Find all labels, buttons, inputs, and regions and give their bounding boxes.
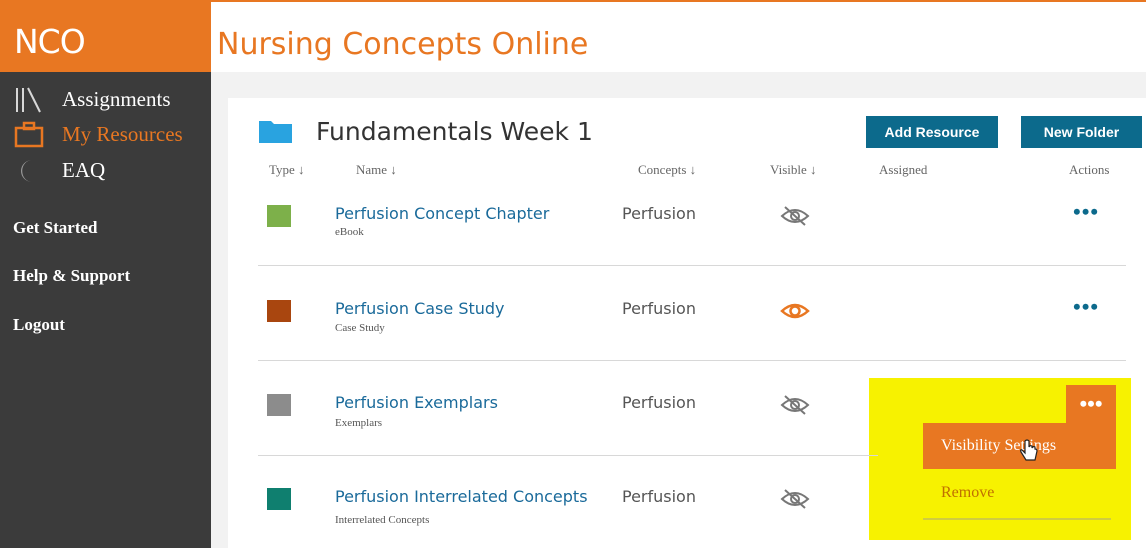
resource-type-label: Exemplars	[335, 417, 383, 429]
column-header-visible[interactable]: Visible ↓	[770, 162, 817, 178]
resource-type-label: eBook	[335, 226, 364, 238]
resource-concept: Perfusion	[622, 299, 696, 318]
resource-name-link[interactable]: Perfusion Case Study	[335, 299, 505, 318]
column-header-actions: Actions	[1069, 162, 1110, 177]
menu-item-remove[interactable]: Remove	[923, 470, 1116, 516]
header: Nursing Concepts Online	[211, 0, 1146, 72]
row-divider	[258, 455, 878, 456]
resource-name-link[interactable]: Perfusion Concept Chapter	[335, 204, 549, 223]
folder-title: Fundamentals Week 1	[316, 117, 593, 146]
hand-cursor-icon	[1019, 439, 1039, 468]
column-header-concepts[interactable]: Concepts ↓	[638, 162, 696, 178]
resource-type-swatch	[267, 394, 291, 416]
resource-type-label: Interrelated Concepts	[335, 514, 430, 526]
sidebar-item-label: My Resources	[62, 121, 183, 146]
resource-concept: Perfusion	[622, 204, 696, 223]
books-icon	[14, 86, 48, 113]
menu-divider	[923, 518, 1111, 520]
briefcase-icon	[14, 121, 48, 148]
eye-visible-icon[interactable]	[780, 300, 810, 322]
sidebar-item-assignments[interactable]: Assignments	[14, 86, 171, 113]
resource-type-swatch	[267, 300, 291, 322]
column-header-assigned: Assigned	[879, 162, 928, 177]
resource-name-link[interactable]: Perfusion Exemplars	[335, 393, 498, 412]
brand-bar: NCO	[0, 0, 211, 72]
row-divider	[258, 265, 1126, 266]
eye-hidden-icon[interactable]	[780, 205, 810, 227]
menu-item-label: Remove	[941, 484, 995, 501]
eye-hidden-icon[interactable]	[780, 488, 810, 510]
brand-logo[interactable]: NCO	[14, 22, 86, 61]
column-header-name[interactable]: Name ↓	[356, 162, 397, 178]
column-header-type[interactable]: Type ↓	[269, 162, 305, 178]
sidebar-item-eaq[interactable]: EAQ	[14, 157, 105, 183]
sidebar-item-label: Assignments	[62, 86, 171, 111]
app-title: Nursing Concepts Online	[217, 27, 589, 62]
sidebar-item-my-resources[interactable]: My Resources	[14, 121, 183, 148]
folder-icon	[259, 118, 293, 149]
resource-concept: Perfusion	[622, 487, 696, 506]
get-started-link[interactable]: Get Started	[13, 218, 98, 238]
menu-item-visibility-settings[interactable]: Visibility Settings	[923, 423, 1116, 469]
resource-type-swatch	[267, 488, 291, 510]
actions-menu-button-open[interactable]: •••	[1066, 385, 1116, 423]
moon-icon	[14, 157, 48, 183]
help-support-link[interactable]: Help & Support	[13, 266, 130, 286]
sidebar-item-label: EAQ	[62, 157, 106, 182]
actions-menu-button[interactable]: •••	[1073, 199, 1099, 225]
actions-menu-button[interactable]: •••	[1073, 294, 1099, 320]
resource-concept: Perfusion	[622, 393, 696, 412]
row-divider	[258, 360, 1126, 361]
resource-type-label: Case Study	[335, 322, 385, 334]
add-resource-button[interactable]: Add Resource	[866, 116, 998, 148]
eye-hidden-icon[interactable]	[780, 394, 810, 416]
resource-type-swatch	[267, 205, 291, 227]
new-folder-button[interactable]: New Folder	[1021, 116, 1142, 148]
logout-link[interactable]: Logout	[13, 315, 65, 335]
resource-name-link[interactable]: Perfusion Interrelated Concepts	[335, 487, 588, 506]
